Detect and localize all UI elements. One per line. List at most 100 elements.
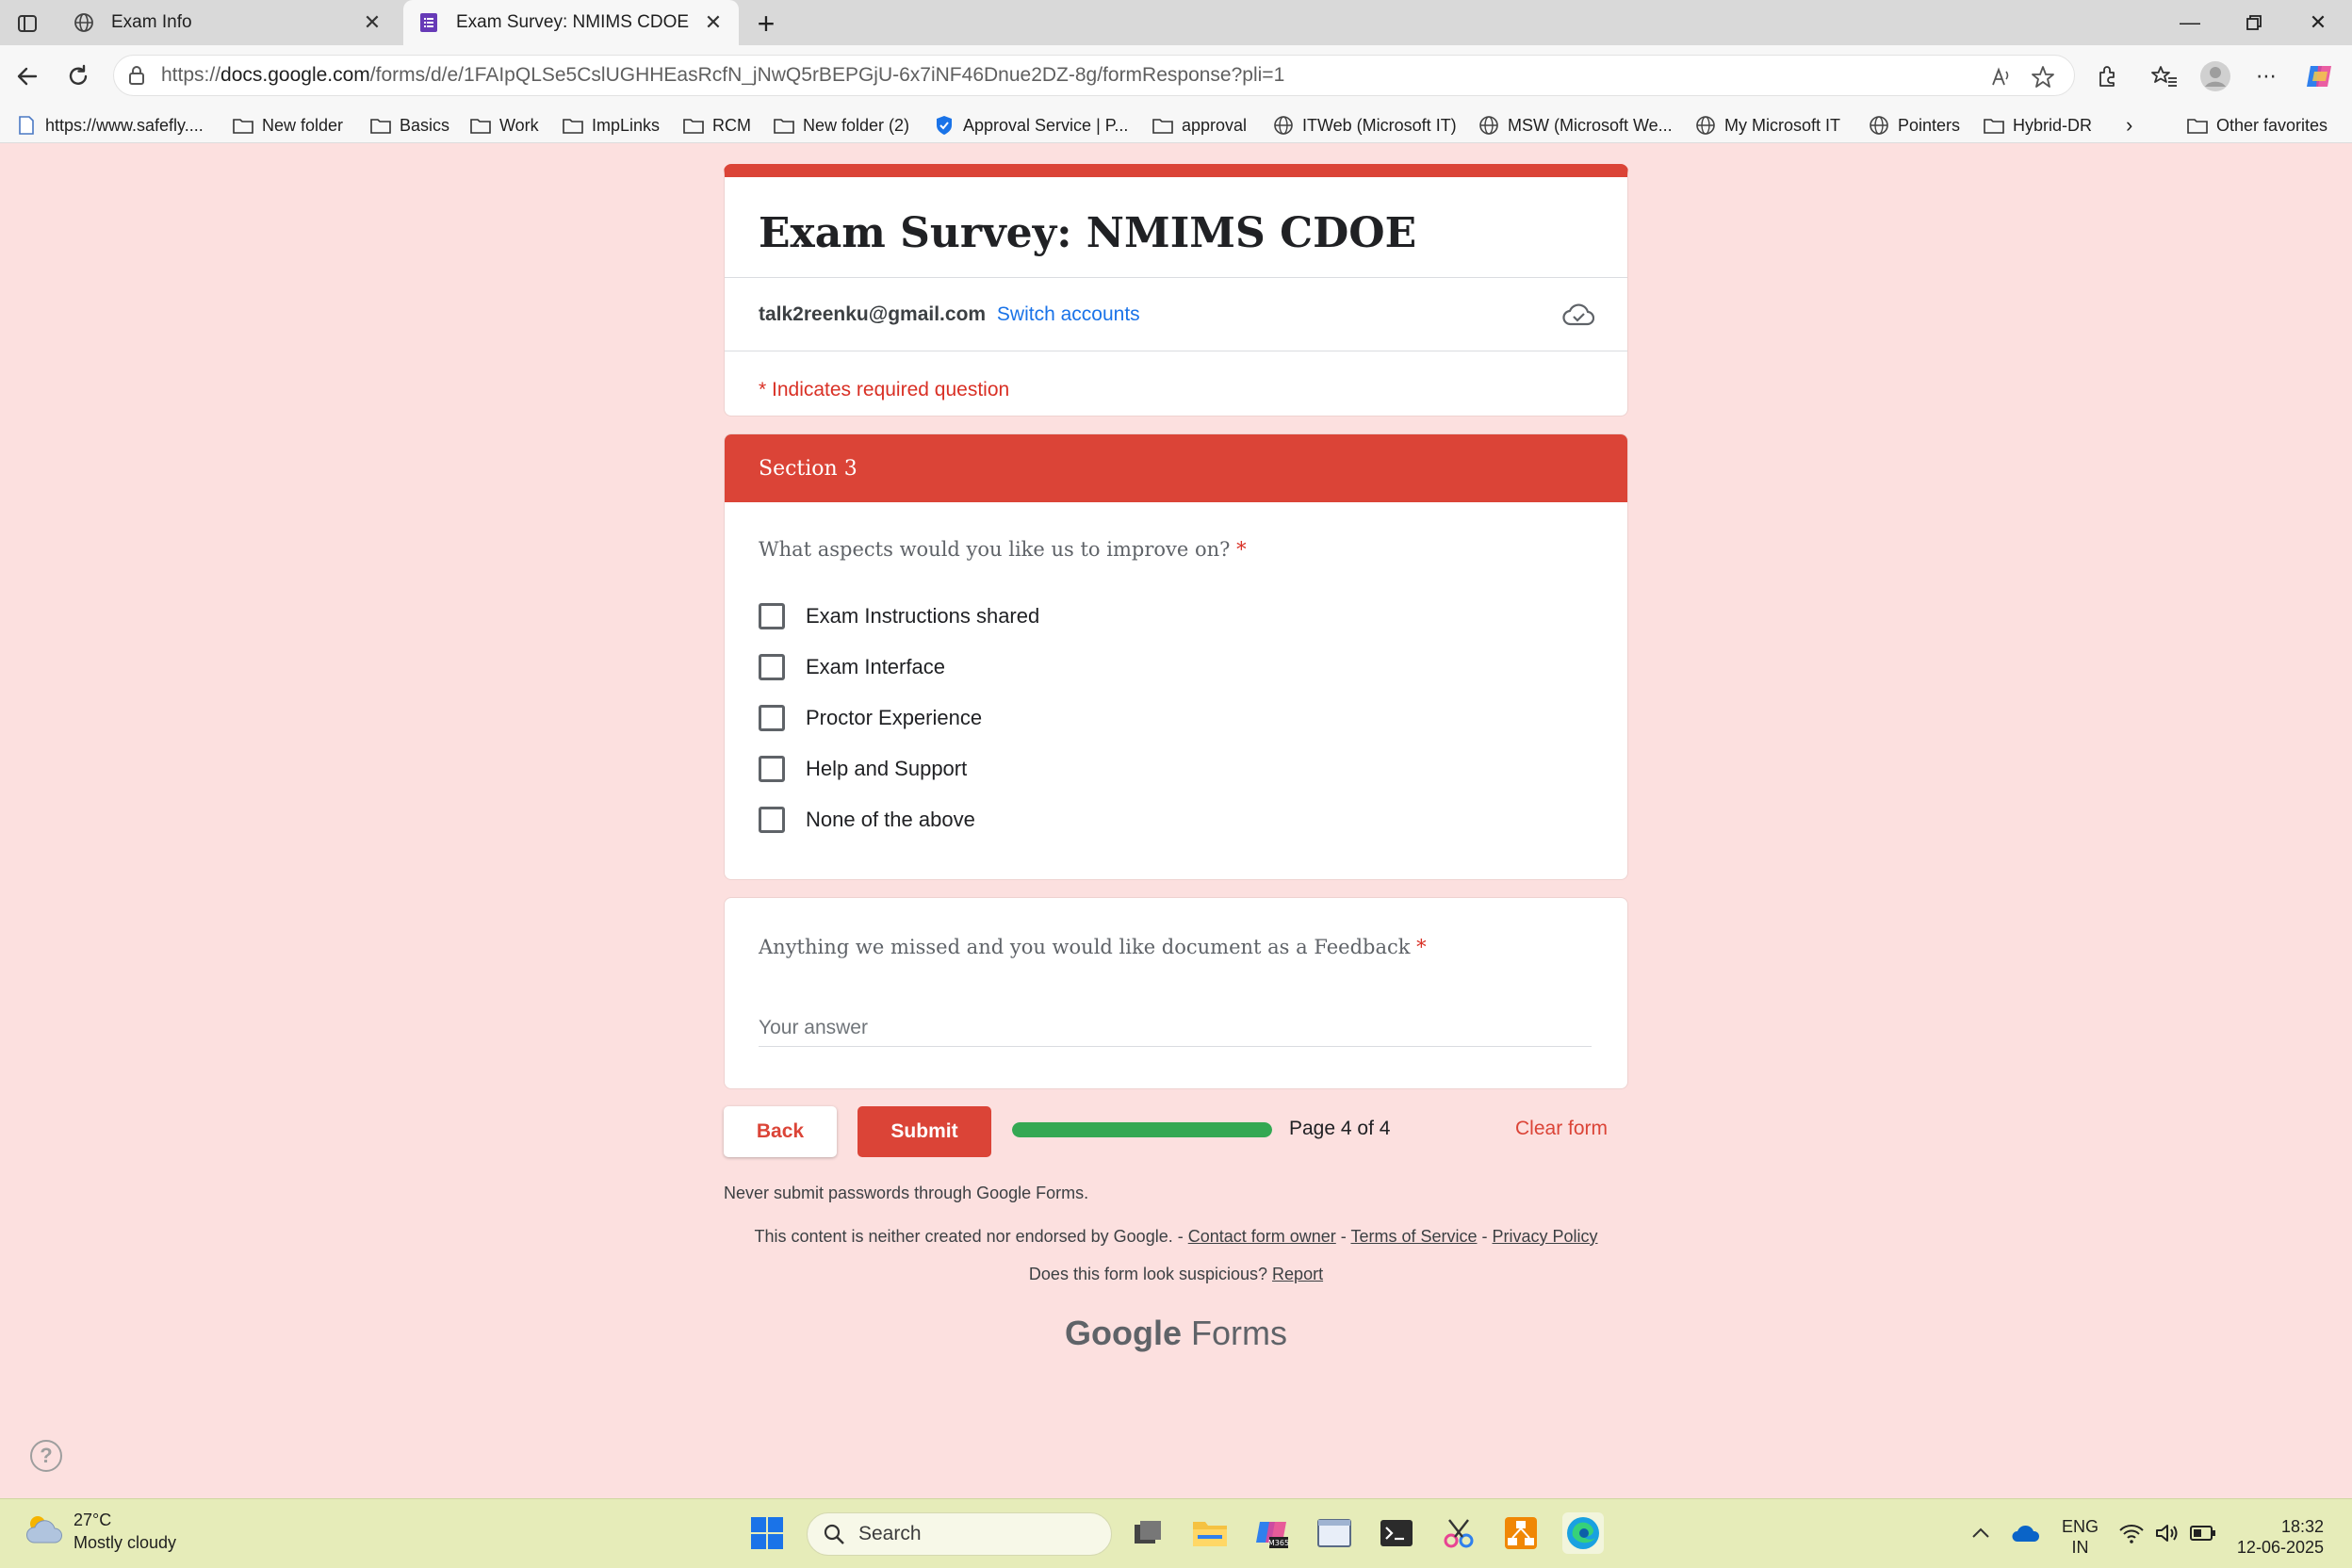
- checkbox[interactable]: [759, 654, 785, 680]
- region-text: IN: [2071, 1538, 2089, 1557]
- volume-icon[interactable]: [2152, 1518, 2182, 1548]
- bookmark-item[interactable]: MSW (Microsoft We...: [1478, 111, 1673, 139]
- feedback-answer-input[interactable]: Your answer: [759, 1009, 1592, 1047]
- google-forms-icon: [416, 10, 441, 35]
- read-aloud-icon[interactable]: [1987, 63, 2016, 91]
- globe-icon: [1478, 115, 1500, 136]
- bookmark-item[interactable]: New folder: [232, 111, 343, 139]
- suspicious-text: Does this form look suspicious?: [1028, 1265, 1268, 1283]
- clear-form-button[interactable]: Clear form: [1515, 1118, 1608, 1140]
- back-arrow-icon[interactable]: [9, 58, 45, 94]
- address-bar[interactable]: https://docs.google.com/forms/d/e/1FAIpQ…: [113, 55, 2075, 96]
- privacy-link[interactable]: Privacy Policy: [1493, 1227, 1598, 1246]
- checkbox-option[interactable]: Help and Support: [759, 753, 967, 785]
- language-indicator[interactable]: ENG IN: [2062, 1516, 2099, 1558]
- tab-exam-info[interactable]: Exam Info ✕: [58, 0, 398, 45]
- tab-actions-icon[interactable]: [13, 9, 41, 38]
- more-menu-icon[interactable]: ⋯: [2248, 58, 2284, 94]
- question-improve: What aspects would you like us to improv…: [759, 538, 1247, 561]
- checkbox-option[interactable]: Exam Instructions shared: [759, 600, 1039, 632]
- option-label: Exam Instructions shared: [806, 604, 1040, 628]
- bookmark-item[interactable]: approval: [1152, 111, 1247, 139]
- site-info-icon[interactable]: [127, 65, 150, 86]
- section-card: Section 3 What aspects would you like us…: [724, 433, 1628, 880]
- checkbox[interactable]: [759, 756, 785, 782]
- switch-accounts-link[interactable]: Switch accounts: [997, 303, 1140, 325]
- account-row: talk2reenku@gmail.com Switch accounts: [759, 303, 1140, 326]
- checkbox[interactable]: [759, 705, 785, 731]
- clock[interactable]: 18:32 12-06-2025: [2233, 1516, 2324, 1558]
- checkbox[interactable]: [759, 603, 785, 629]
- chevron-right-icon[interactable]: ›: [2126, 111, 2132, 139]
- checkbox-option[interactable]: Proctor Experience: [759, 702, 982, 734]
- bookmark-item[interactable]: Pointers: [1868, 111, 1960, 139]
- profile-avatar-icon[interactable]: [2197, 58, 2233, 94]
- bookmark-label: My Microsoft IT: [1724, 115, 1841, 135]
- windows-start-icon[interactable]: [746, 1512, 788, 1554]
- taskbar-search[interactable]: Search: [807, 1512, 1112, 1556]
- wifi-icon[interactable]: [2116, 1518, 2147, 1548]
- close-icon[interactable]: ✕: [358, 8, 386, 37]
- window-app-icon[interactable]: [1314, 1512, 1355, 1554]
- restore-icon[interactable]: [2235, 6, 2273, 40]
- edge-browser-icon[interactable]: [1562, 1512, 1604, 1554]
- back-button[interactable]: Back: [724, 1106, 837, 1157]
- task-view-icon[interactable]: [1127, 1512, 1168, 1554]
- required-star: *: [1236, 538, 1247, 561]
- tab-exam-survey[interactable]: Exam Survey: NMIMS CDOE ✕: [403, 0, 739, 45]
- required-note: * Indicates required question: [759, 379, 1010, 400]
- bookmark-item[interactable]: ITWeb (Microsoft IT): [1272, 111, 1457, 139]
- bookmark-item[interactable]: Basics: [369, 111, 449, 139]
- logo-google: Google: [1064, 1314, 1182, 1352]
- bookmark-item[interactable]: ImpLinks: [562, 111, 660, 139]
- bookmark-item[interactable]: RCM: [682, 111, 751, 139]
- checkbox-option[interactable]: None of the above: [759, 804, 975, 836]
- date-text: 12-06-2025: [2236, 1538, 2324, 1557]
- minimize-icon[interactable]: —: [2171, 6, 2209, 40]
- checkbox[interactable]: [759, 807, 785, 833]
- terminal-icon[interactable]: [1376, 1512, 1417, 1554]
- bookmark-item[interactable]: Approval Service | P...: [933, 111, 1128, 139]
- feedback-card: Anything we missed and you would like do…: [724, 897, 1628, 1089]
- terms-link[interactable]: Terms of Service: [1350, 1227, 1477, 1246]
- chevron-up-icon[interactable]: [1966, 1518, 1996, 1548]
- bookmark-item[interactable]: Work: [469, 111, 539, 139]
- cloudy-weather-icon: [24, 1512, 64, 1551]
- window-close-icon[interactable]: ✕: [2299, 6, 2337, 40]
- contact-owner-link[interactable]: Contact form owner: [1188, 1227, 1336, 1246]
- globe-icon: [1694, 115, 1717, 136]
- bookmark-other-favorites[interactable]: Other favorites: [2186, 111, 2328, 139]
- favorite-star-icon[interactable]: [2029, 63, 2057, 91]
- new-tab-icon[interactable]: +: [750, 7, 782, 41]
- report-link[interactable]: Report: [1272, 1265, 1323, 1283]
- bookmark-item[interactable]: My Microsoft IT: [1694, 111, 1840, 139]
- favorites-icon[interactable]: [2147, 58, 2182, 94]
- help-icon[interactable]: ?: [30, 1440, 62, 1472]
- bookmark-item[interactable]: Hybrid-DR: [1983, 111, 2092, 139]
- checkbox-option[interactable]: Exam Interface: [759, 651, 945, 683]
- bookmark-label: New folder (2): [803, 115, 910, 135]
- m365-icon[interactable]: M365: [1251, 1512, 1293, 1554]
- search-icon: [823, 1523, 845, 1545]
- tab-strip: Exam Info ✕ Exam Survey: NMIMS CDOE ✕ + …: [0, 0, 2352, 45]
- globe-icon: [72, 10, 96, 35]
- copilot-icon[interactable]: [2301, 58, 2337, 94]
- submit-button[interactable]: Submit: [858, 1106, 991, 1157]
- snipping-tool-icon[interactable]: [1438, 1512, 1479, 1554]
- google-forms-logo[interactable]: Google Forms: [724, 1314, 1628, 1353]
- battery-icon[interactable]: [2188, 1518, 2218, 1548]
- weather-widget[interactable]: 27°C Mostly cloudy: [24, 1509, 176, 1554]
- bookmark-item[interactable]: https://www.safefly....: [15, 111, 204, 139]
- question-text: What aspects would you like us to improv…: [759, 538, 1231, 561]
- drawio-app-icon[interactable]: [1500, 1512, 1542, 1554]
- bookmark-label: approval: [1182, 115, 1248, 135]
- onedrive-cloud-icon[interactable]: [2011, 1518, 2041, 1548]
- option-label: Help and Support: [806, 757, 968, 780]
- reload-icon[interactable]: [60, 58, 96, 94]
- option-label: Exam Interface: [806, 655, 945, 678]
- extensions-icon[interactable]: [2090, 58, 2126, 94]
- close-icon[interactable]: ✕: [699, 8, 727, 37]
- bookmark-label: Hybrid-DR: [2013, 115, 2093, 135]
- file-explorer-icon[interactable]: [1189, 1512, 1231, 1554]
- bookmark-item[interactable]: New folder (2): [773, 111, 909, 139]
